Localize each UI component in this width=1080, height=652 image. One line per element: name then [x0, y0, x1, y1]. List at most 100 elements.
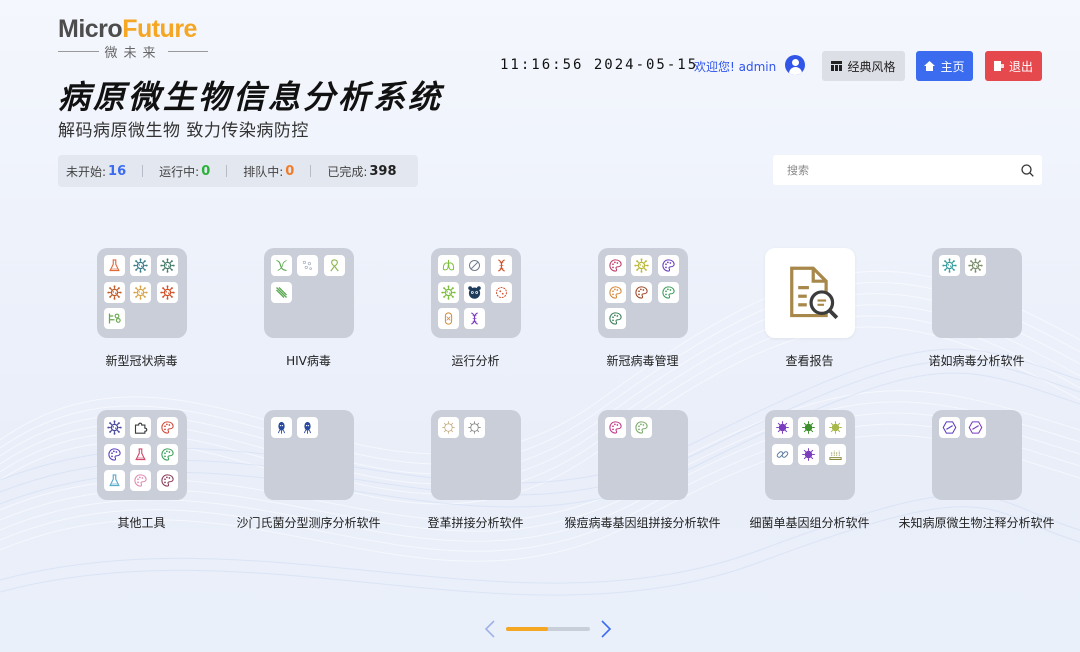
flask-icon: [135, 447, 146, 460]
app-folder[interactable]: [764, 410, 855, 500]
virus-icon: [159, 284, 175, 300]
app-label: 猴痘病毒基因组拼接分析软件: [564, 516, 721, 530]
app-folder[interactable]: [931, 248, 1022, 338]
user-avatar-icon[interactable]: [785, 55, 805, 75]
dna-sample-icon: [108, 313, 121, 324]
folder-mini-app: [464, 417, 485, 438]
status-count: 0: [285, 163, 295, 179]
palette-icon: [661, 259, 675, 272]
chevron-left-icon[interactable]: [484, 620, 496, 638]
app-label: 新型冠状病毒: [105, 354, 178, 368]
chevron-right-icon[interactable]: [600, 620, 612, 638]
status-label: 未开始:: [66, 164, 107, 179]
flask-icon: [108, 259, 120, 272]
folder-mini-app: [437, 281, 459, 303]
status-item: 运行中: 0: [159, 163, 210, 180]
lungs-icon: [442, 259, 454, 271]
folder-mini-app: [297, 417, 318, 438]
folder-mini-app: [103, 417, 125, 438]
search-icon[interactable]: [1021, 163, 1034, 177]
task-status-bar: 未开始: 16 运行中: 0 排队中: 0 已完成: 398: [58, 155, 418, 187]
virus-icon: [133, 284, 148, 300]
status-item: 未开始: 16: [66, 163, 126, 180]
search-box[interactable]: [773, 155, 1042, 185]
link-icon: [776, 450, 788, 458]
app-tile[interactable]: 诺如病毒分析软件: [893, 248, 1060, 383]
strand-icon: [275, 259, 287, 272]
slash-icon: [275, 286, 287, 298]
folder-mini-app: [965, 417, 986, 438]
app-label: 诺如病毒分析软件: [928, 354, 1025, 368]
palette-icon: [608, 312, 622, 325]
home-button[interactable]: 主页: [916, 51, 973, 81]
virus-icon: [941, 258, 957, 273]
app-tile[interactable]: 其他工具: [58, 410, 225, 545]
app-folder[interactable]: [931, 410, 1022, 500]
app-folder[interactable]: [263, 410, 354, 500]
app-folder[interactable]: [430, 248, 521, 338]
folder-mini-app: [156, 255, 178, 276]
status-count: 16: [108, 163, 127, 179]
palette-icon: [661, 285, 675, 299]
folder-mini-app: [156, 470, 178, 491]
welcome-text: 欢迎您! admin: [694, 60, 777, 74]
status-item: 已完成: 398: [327, 163, 396, 180]
app-tile[interactable]: HIV病毒: [225, 248, 392, 383]
app-tile[interactable]: 运行分析: [392, 248, 559, 383]
home-icon: [924, 61, 936, 71]
app-tile[interactable]: 细菌单基因组分析软件: [726, 410, 893, 545]
app-folder[interactable]: [430, 410, 521, 500]
app-tile[interactable]: 登革拼接分析软件: [392, 410, 559, 545]
hexagon-icon: [968, 421, 983, 434]
classic-style-button[interactable]: 经典风格: [822, 51, 905, 81]
logout-label: 退出: [1008, 59, 1033, 74]
app-folder[interactable]: [597, 248, 688, 338]
microbe-icon: [775, 421, 789, 434]
app-tile[interactable]: 沙门氏菌分型测序分析软件: [225, 410, 392, 545]
palette-icon: [635, 285, 648, 299]
app-tile[interactable]: 新冠病毒管理: [559, 248, 726, 383]
folder-mini-app: [130, 281, 151, 303]
folder-mini-app: [297, 255, 318, 276]
folder-mini-app: [270, 417, 292, 438]
app-folder[interactable]: [96, 410, 187, 500]
folder-mini-app: [604, 308, 626, 329]
app-tile[interactable]: 新型冠状病毒: [58, 248, 225, 383]
app-folder[interactable]: [96, 248, 187, 338]
app-label: 未知病原微生物注释分析软件: [898, 516, 1055, 530]
logout-button[interactable]: 退出: [985, 51, 1042, 81]
status-label: 已完成:: [327, 164, 368, 179]
page-title: 病原微生物信息分析系统: [58, 78, 444, 116]
logo-subtitle-text: 微未来: [104, 46, 162, 61]
app-label: 新冠病毒管理: [606, 354, 679, 368]
app-folder[interactable]: [597, 410, 688, 500]
palette-icon: [134, 474, 147, 487]
flask-icon: [108, 474, 120, 487]
app-tile[interactable]: 猴痘病毒基因组拼接分析软件: [559, 410, 726, 545]
palette-icon: [608, 421, 622, 434]
palette-icon: [160, 474, 174, 487]
page-subtitle: 解码病原微生物 致力传染病防控: [58, 121, 309, 141]
app-icon[interactable]: [764, 248, 855, 338]
folder-mini-app: [156, 281, 178, 303]
folder-mini-app: [103, 281, 125, 303]
status-separator: [310, 165, 312, 177]
folder-mini-app: [464, 308, 485, 329]
bacteria-icon: [277, 421, 285, 434]
palette-icon: [160, 421, 174, 434]
app-label: 运行分析: [451, 354, 500, 368]
clock: 11:16:56 2024-05-15: [500, 57, 699, 73]
app-tile[interactable]: 未知病原微生物注释分析软件: [893, 410, 1060, 545]
folder-mini-app: [631, 281, 652, 303]
palette-icon: [107, 447, 121, 461]
app-tile[interactable]: 查看报告: [726, 248, 893, 383]
microbe-icon: [802, 447, 815, 461]
logo-subtitle: 微未来: [58, 42, 209, 61]
logo-brand-part2: Future: [122, 15, 197, 43]
status-label: 排队中:: [243, 164, 284, 179]
folder-mini-app: [965, 255, 986, 276]
search-input[interactable]: [787, 163, 1021, 177]
palette-icon: [160, 447, 174, 461]
virus-icon: [634, 258, 649, 273]
app-folder[interactable]: [263, 248, 354, 338]
